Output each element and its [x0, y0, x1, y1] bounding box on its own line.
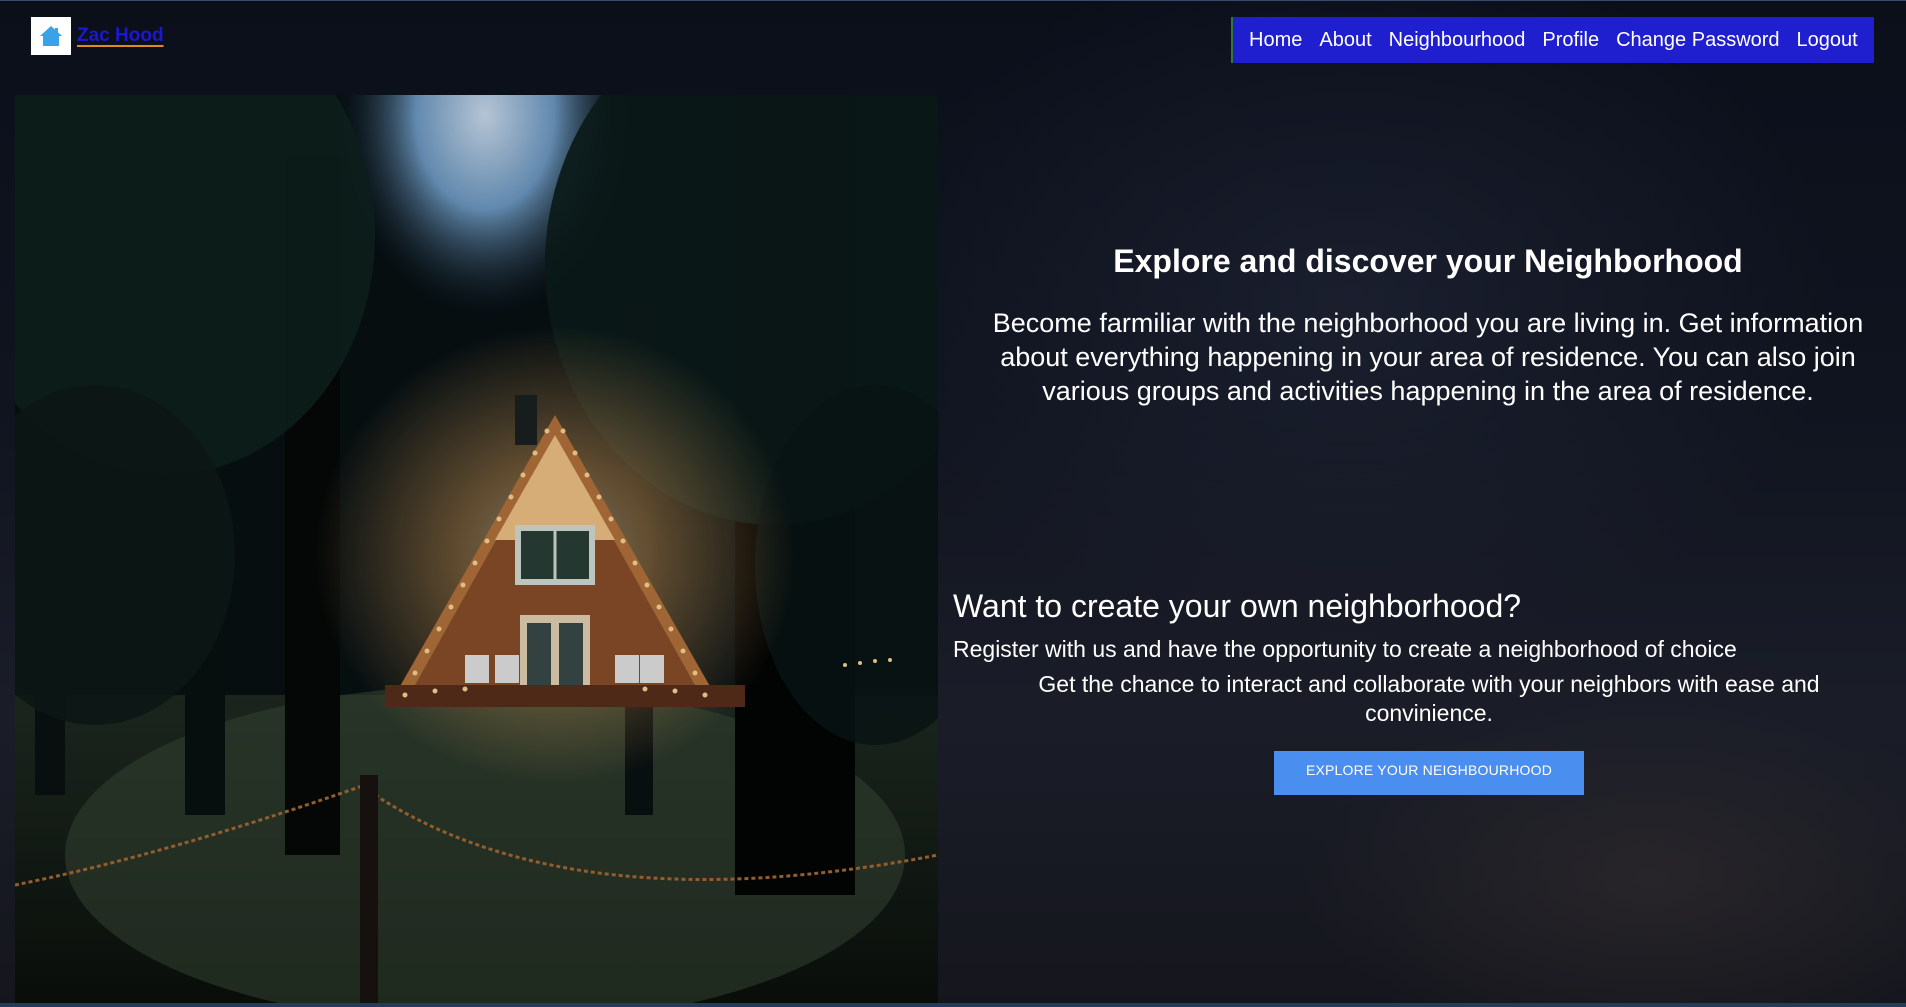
- brand[interactable]: Zac Hood: [31, 17, 164, 55]
- nav-item-change-password[interactable]: Change Password: [1616, 29, 1779, 52]
- house-icon[interactable]: [31, 17, 71, 55]
- main-navbar: Home About Neighbourhood Profile Change …: [1231, 17, 1874, 63]
- cta-register-text: Register with us and have the opportunit…: [953, 636, 1737, 662]
- brand-name-link[interactable]: Zac Hood: [77, 25, 164, 47]
- hero-intro-text: Become farmiliar with the neighborhood y…: [992, 308, 1864, 406]
- explore-neighbourhood-button[interactable]: EXPLORE YOUR NEIGHBOURHOOD: [1274, 751, 1584, 795]
- top-border: [0, 0, 1906, 1]
- nav-item-about[interactable]: About: [1319, 29, 1371, 52]
- nav-item-neighbourhood[interactable]: Neighbourhood: [1389, 29, 1526, 52]
- hero-headline: Explore and discover your Neighborhood: [1113, 243, 1743, 279]
- cta-heading: Want to create your own neighborhood?: [953, 588, 1522, 624]
- nav-item-home[interactable]: Home: [1249, 29, 1302, 52]
- nav-item-logout[interactable]: Logout: [1797, 29, 1858, 52]
- nav-item-profile[interactable]: Profile: [1542, 29, 1599, 52]
- cta-interact-text: Get the chance to interact and collabora…: [1038, 671, 1820, 726]
- cabin-hero-image: [15, 95, 938, 1003]
- bottom-border: [0, 1003, 1906, 1007]
